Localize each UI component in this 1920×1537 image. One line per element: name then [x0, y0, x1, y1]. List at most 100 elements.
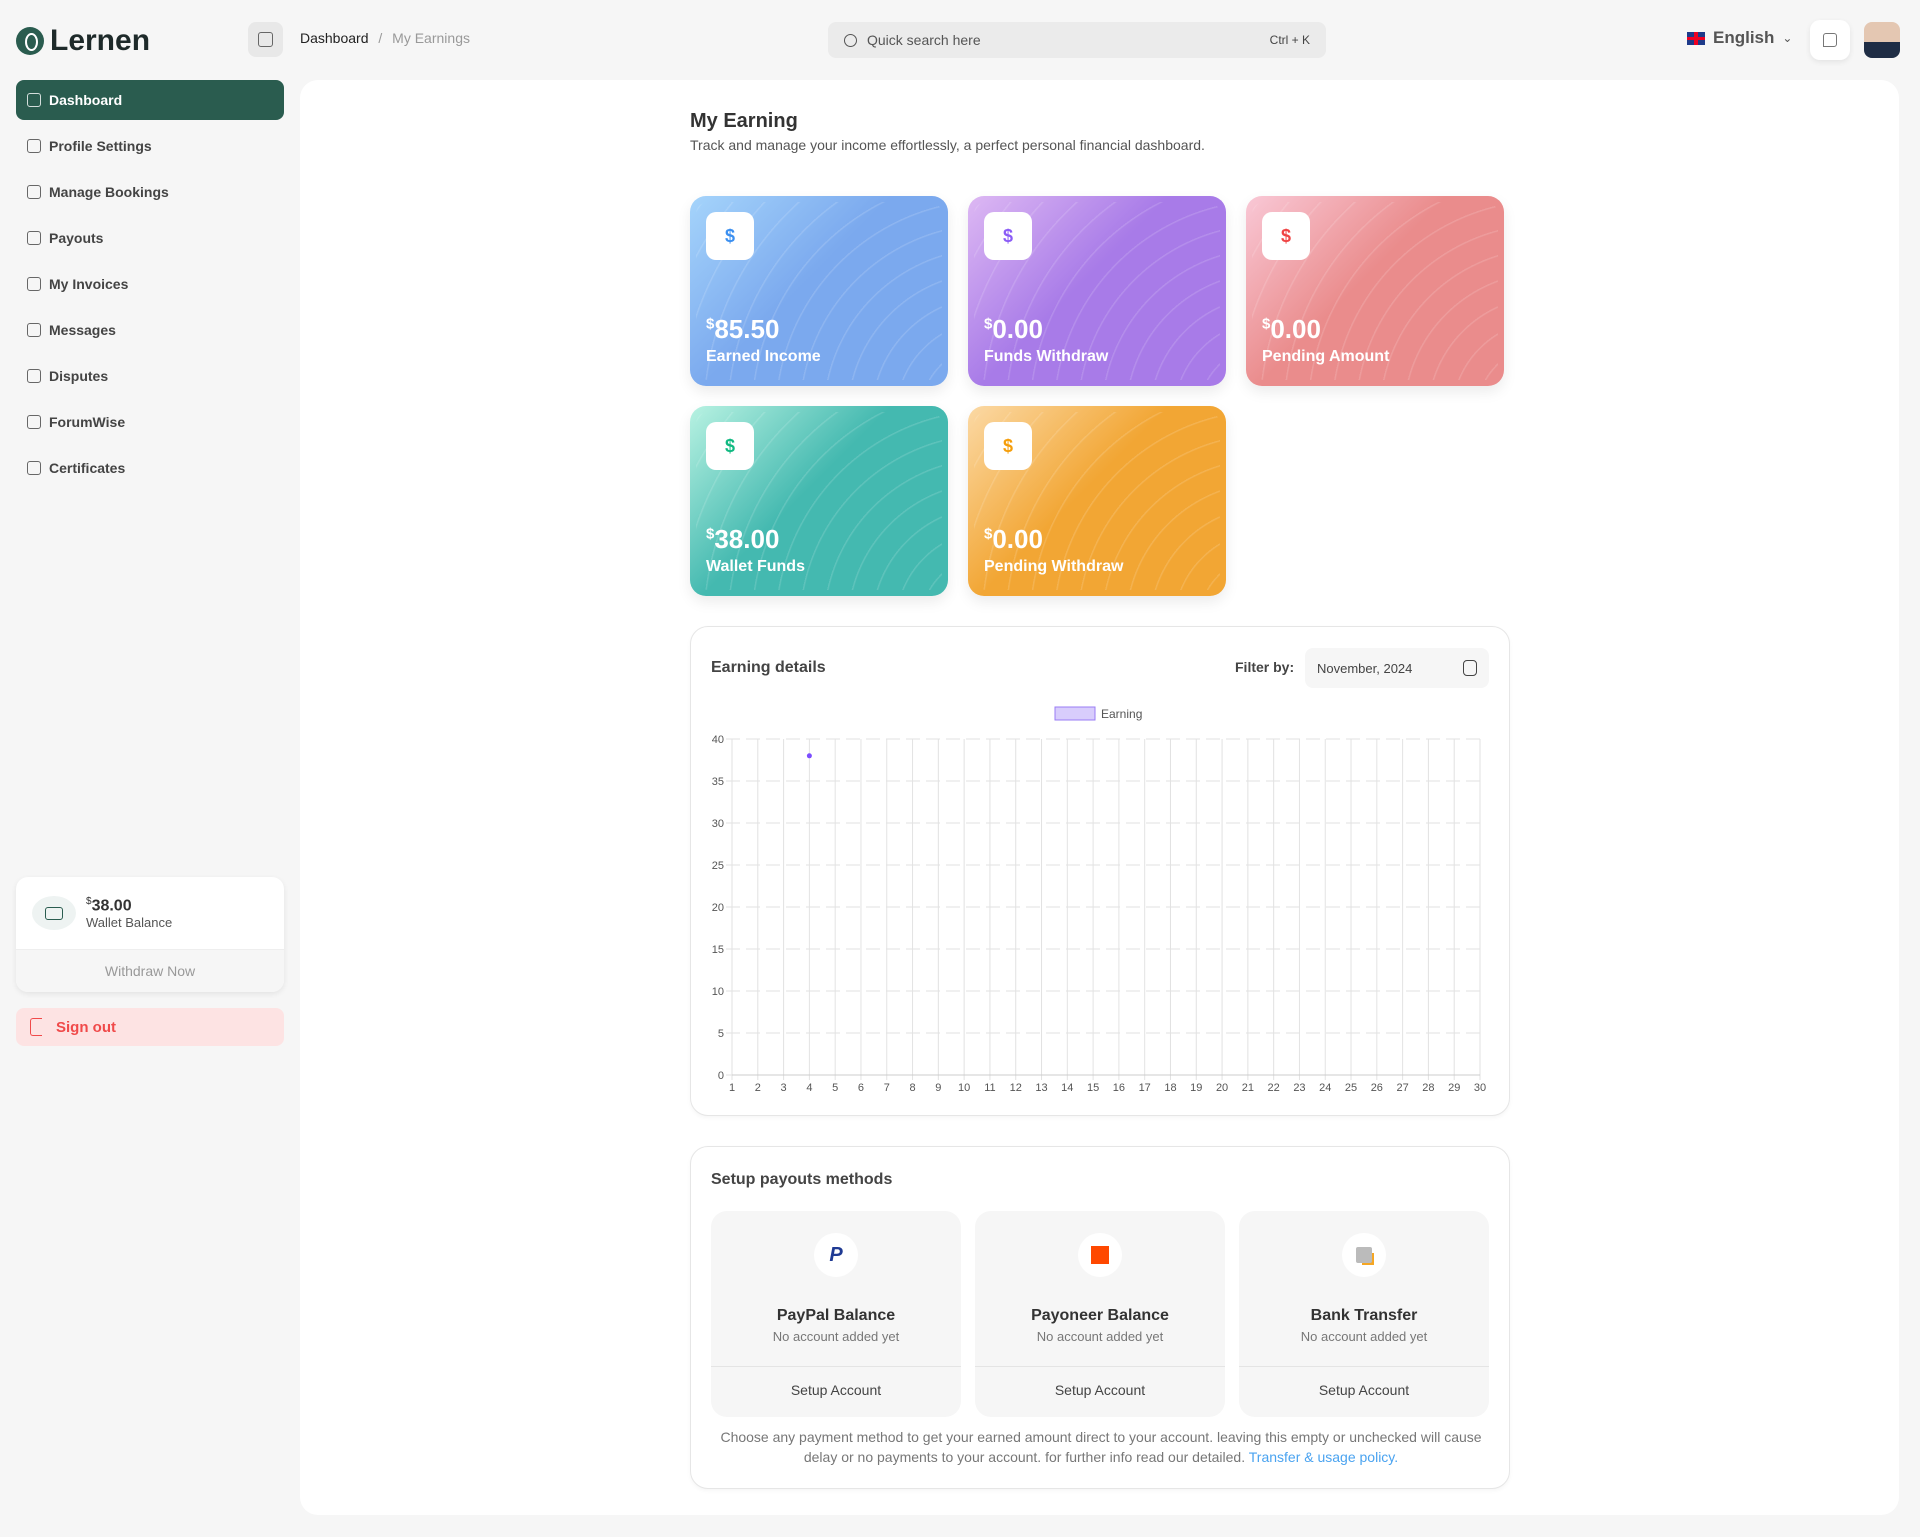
wallet-label: Wallet Balance: [86, 915, 172, 930]
sidebar-item-manage-bookings[interactable]: Manage Bookings: [16, 172, 284, 212]
payout-method-card: P PayPal Balance No account added yet Se…: [711, 1211, 961, 1417]
stat-value: $0.00: [1262, 314, 1321, 345]
legend-label: Earning: [1101, 707, 1142, 721]
x-tick-label: 3: [781, 1082, 787, 1094]
forum-icon: [27, 415, 41, 429]
breadcrumb-current: My Earnings: [392, 30, 470, 46]
x-tick-label: 22: [1268, 1082, 1280, 1094]
stat-value: $0.00: [984, 314, 1043, 345]
search-placeholder: Quick search here: [867, 32, 981, 48]
sidebar-item-disputes[interactable]: Disputes: [16, 356, 284, 396]
avatar[interactable]: [1864, 22, 1900, 58]
sidebar-item-profile-settings[interactable]: Profile Settings: [16, 126, 284, 166]
user-icon: [27, 139, 41, 153]
message-icon: [1823, 33, 1837, 47]
x-tick-label: 4: [806, 1082, 812, 1094]
x-tick-label: 15: [1087, 1082, 1099, 1094]
page-subtitle: Track and manage your income effortlessl…: [690, 137, 1205, 153]
breadcrumb: Dashboard / My Earnings: [300, 30, 470, 46]
layers-icon: [27, 93, 41, 107]
messages-button[interactable]: [1810, 20, 1850, 60]
data-point: [807, 753, 812, 758]
y-tick-label: 0: [718, 1070, 724, 1082]
payout-method-name: PayPal Balance: [711, 1307, 961, 1325]
x-tick-label: 20: [1216, 1082, 1228, 1094]
stat-card-pending-withdraw: $ $0.00 Pending Withdraw: [968, 406, 1226, 596]
sidebar-icon: [258, 32, 273, 47]
x-tick-label: 2: [755, 1082, 761, 1094]
x-tick-label: 10: [958, 1082, 970, 1094]
breadcrumb-separator: /: [378, 30, 382, 46]
cart-icon: [27, 185, 41, 199]
card-icon: $: [984, 422, 1032, 470]
wallet-amount: $38.00: [86, 896, 172, 915]
payout-methods-title: Setup payouts methods: [711, 1171, 892, 1189]
sidebar-item-certificates[interactable]: Certificates: [16, 448, 284, 488]
setup-account-button[interactable]: Setup Account: [975, 1366, 1225, 1412]
month-filter-input[interactable]: November, 2024: [1305, 648, 1489, 688]
x-tick-label: 19: [1190, 1082, 1202, 1094]
wallet-icon: [32, 896, 76, 930]
language-selector[interactable]: English⌄: [1687, 28, 1792, 48]
logo[interactable]: Lernen: [16, 24, 150, 58]
stat-card-pending-amount: $ $0.00 Pending Amount: [1246, 196, 1504, 386]
x-tick-label: 29: [1448, 1082, 1460, 1094]
sidebar-item-my-invoices[interactable]: My Invoices: [16, 264, 284, 304]
sidebar-item-dashboard[interactable]: Dashboard: [16, 80, 284, 120]
x-tick-label: 13: [1035, 1082, 1047, 1094]
x-tick-label: 14: [1061, 1082, 1073, 1094]
receipt-icon: $: [984, 212, 1032, 260]
logo-icon: [16, 27, 44, 55]
sidebar-item-payouts[interactable]: Payouts: [16, 218, 284, 258]
payout-method-status: No account added yet: [975, 1329, 1225, 1344]
sign-out-button[interactable]: Sign out: [16, 1008, 284, 1046]
x-tick-label: 28: [1422, 1082, 1434, 1094]
stat-value: $0.00: [984, 524, 1043, 555]
wallet-widget: $38.00Wallet Balance Withdraw Now: [16, 877, 284, 992]
x-tick-label: 27: [1396, 1082, 1408, 1094]
x-tick-label: 5: [832, 1082, 838, 1094]
setup-account-button[interactable]: Setup Account: [711, 1366, 961, 1412]
legend-swatch: [1055, 707, 1095, 720]
x-tick-label: 21: [1242, 1082, 1254, 1094]
setup-account-button[interactable]: Setup Account: [1239, 1366, 1489, 1412]
y-tick-label: 20: [712, 902, 724, 914]
payout-method-status: No account added yet: [711, 1329, 961, 1344]
bank-icon: [1342, 1233, 1386, 1277]
x-tick-label: 7: [884, 1082, 890, 1094]
sidebar-toggle-button[interactable]: [248, 22, 283, 57]
payout-method-card: Payoneer Balance No account added yet Se…: [975, 1211, 1225, 1417]
stat-card-wallet-funds: $ $38.00 Wallet Funds: [690, 406, 948, 596]
payout-method-name: Payoneer Balance: [975, 1307, 1225, 1325]
payout-methods-panel: Setup payouts methods P PayPal Balance N…: [690, 1146, 1510, 1489]
x-tick-label: 12: [1010, 1082, 1022, 1094]
transfer-policy-link[interactable]: Transfer & usage policy.: [1249, 1449, 1398, 1465]
message-icon: [27, 323, 41, 337]
sidebar-item-forumwise[interactable]: ForumWise: [16, 402, 284, 442]
search-input[interactable]: Quick search hereCtrl + K: [828, 22, 1326, 58]
x-tick-label: 24: [1319, 1082, 1331, 1094]
payout-note: Choose any payment method to get your ea…: [705, 1427, 1497, 1467]
stat-card-funds-withdraw: $ $0.00 Funds Withdraw: [968, 196, 1226, 386]
x-tick-label: 17: [1139, 1082, 1151, 1094]
sidebar-item-messages[interactable]: Messages: [16, 310, 284, 350]
stat-label: Earned Income: [706, 348, 821, 366]
payout-method-name: Bank Transfer: [1239, 1307, 1489, 1325]
paypal-icon: P: [814, 1233, 858, 1277]
breadcrumb-dashboard[interactable]: Dashboard: [300, 30, 369, 46]
language-label: English: [1713, 28, 1774, 48]
y-tick-label: 5: [718, 1028, 724, 1040]
search-icon: [844, 34, 857, 47]
x-tick-label: 11: [984, 1082, 995, 1094]
earning-details-title: Earning details: [711, 659, 826, 677]
x-tick-label: 16: [1113, 1082, 1125, 1094]
y-tick-label: 15: [712, 944, 724, 956]
x-tick-label: 26: [1371, 1082, 1383, 1094]
withdraw-now-button[interactable]: Withdraw Now: [16, 949, 284, 992]
hourglass-dollar-icon: $: [706, 212, 754, 260]
x-tick-label: 25: [1345, 1082, 1357, 1094]
uk-flag-icon: [1687, 32, 1705, 45]
stat-value: $85.50: [706, 314, 779, 345]
sidebar-nav: Dashboard Profile Settings Manage Bookings…: [16, 80, 284, 494]
y-tick-label: 10: [712, 986, 724, 998]
